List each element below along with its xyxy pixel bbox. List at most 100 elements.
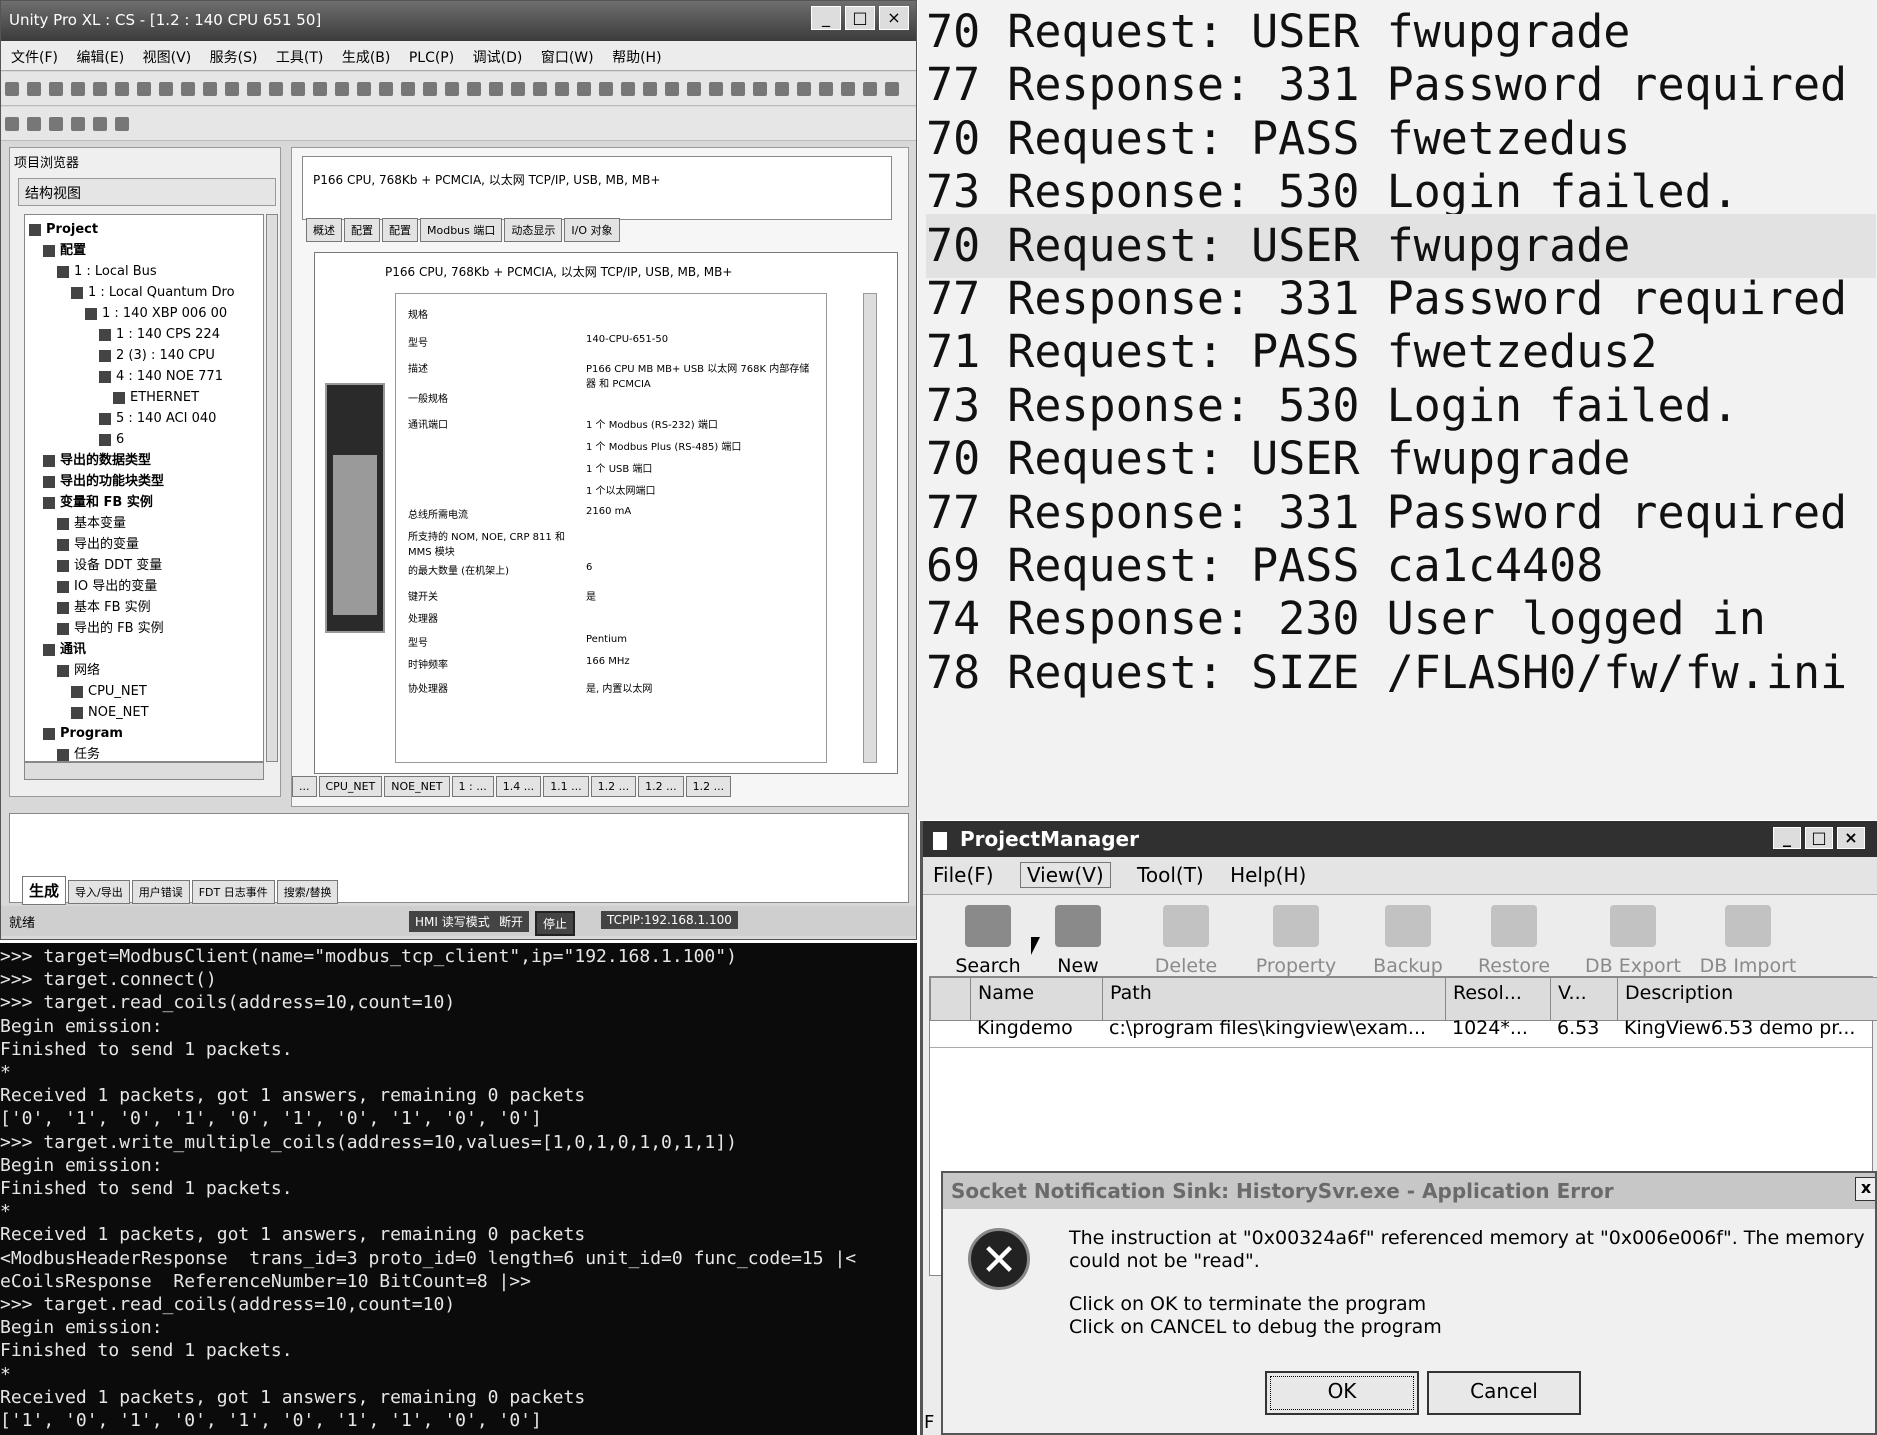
toolbar-button-icon[interactable] xyxy=(401,82,415,96)
tree-item[interactable]: 1 : Local Quantum Dro xyxy=(25,282,263,303)
tree-item[interactable]: 基本 FB 实例 xyxy=(25,597,263,618)
menu-services[interactable]: 服务(S) xyxy=(210,50,258,66)
toolbar-button-icon[interactable] xyxy=(225,82,239,96)
config-tab[interactable]: 概述 xyxy=(306,218,342,242)
tree-item[interactable]: 通讯 xyxy=(25,639,263,660)
ok-button[interactable]: OK xyxy=(1265,1371,1419,1415)
maximize-button[interactable]: □ xyxy=(845,6,875,30)
python-terminal[interactable]: >>> target=ModbusClient(name="modbus_tcp… xyxy=(0,943,917,1435)
toolbar-button-icon[interactable] xyxy=(467,82,481,96)
toolbar-button-icon[interactable] xyxy=(621,82,635,96)
close-button[interactable]: × xyxy=(879,6,909,30)
menu-debug[interactable]: 调试(D) xyxy=(473,50,523,66)
editor-window-tab[interactable]: 1.1 ... xyxy=(543,776,589,797)
toolbar-button-icon[interactable] xyxy=(49,117,63,131)
output-tab[interactable]: 导入/导出 xyxy=(68,880,130,904)
menu-build[interactable]: 生成(B) xyxy=(342,50,391,66)
config-tab[interactable]: I/O 对象 xyxy=(564,218,620,242)
tree-item[interactable]: 网络 xyxy=(25,660,263,681)
structural-view-header[interactable]: 结构视图 xyxy=(18,178,276,206)
toolbar-button-icon[interactable] xyxy=(423,82,437,96)
toolbar-button-icon[interactable] xyxy=(489,82,503,96)
menu-view[interactable]: 视图(V) xyxy=(143,50,192,66)
toolbar-button-icon[interactable] xyxy=(687,82,701,96)
toolbar-button-icon[interactable] xyxy=(819,82,833,96)
menu-tools[interactable]: 工具(T) xyxy=(276,50,323,66)
toolbar-button-icon[interactable] xyxy=(49,82,63,96)
table-row[interactable]: Kingdemo c:\program files\kingview\exam..… xyxy=(930,1013,1872,1048)
toolbar-button-icon[interactable] xyxy=(203,82,217,96)
tree-item[interactable]: Project xyxy=(25,219,263,240)
tree-item[interactable]: 1 : 140 XBP 006 00 xyxy=(25,303,263,324)
editor-window-tab[interactable]: ... xyxy=(292,776,317,797)
menu-help[interactable]: 帮助(H) xyxy=(612,50,661,66)
toolbar-button-icon[interactable] xyxy=(115,82,129,96)
menu-edit[interactable]: 编辑(E) xyxy=(76,50,124,66)
cancel-button[interactable]: Cancel xyxy=(1427,1371,1581,1415)
tree-item[interactable]: 6 xyxy=(25,429,263,450)
toolbar-button-icon[interactable] xyxy=(71,82,85,96)
tree-item[interactable]: NOE_NET xyxy=(25,702,263,723)
toolbar-button-icon[interactable] xyxy=(291,82,305,96)
toolbar-button-icon[interactable] xyxy=(5,82,19,96)
toolbar-button-icon[interactable] xyxy=(643,82,657,96)
editor-window-tab[interactable]: 1.2 ... xyxy=(590,776,637,797)
toolbar-button-icon[interactable] xyxy=(731,82,745,96)
tree-item[interactable]: 2 (3) : 140 CPU xyxy=(25,345,263,366)
config-tab[interactable]: Modbus 端口 xyxy=(420,218,503,242)
tree-item[interactable]: CPU_NET xyxy=(25,681,263,702)
toolbar-button-icon[interactable] xyxy=(71,117,85,131)
toolbar-button-icon[interactable] xyxy=(379,82,393,96)
editor-window-tab[interactable]: 1.4 ... xyxy=(495,776,542,797)
toolbar-button-icon[interactable] xyxy=(665,82,679,96)
toolbar-button-icon[interactable] xyxy=(93,82,107,96)
editor-window-tab[interactable]: 1.2 ... xyxy=(638,776,684,797)
tree-item[interactable]: Program xyxy=(25,723,263,744)
tree-item[interactable]: 5 : 140 ACI 040 xyxy=(25,408,263,429)
menu-file[interactable]: 文件(F) xyxy=(11,50,58,66)
tree-item[interactable]: 任务 xyxy=(25,744,263,761)
tree-vertical-scrollbar[interactable] xyxy=(266,214,278,762)
tree-item[interactable]: 导出的功能块类型 xyxy=(25,471,263,492)
toolbar-button-icon[interactable] xyxy=(885,82,899,96)
toolbar-button-icon[interactable] xyxy=(797,82,811,96)
toolbar-button-icon[interactable] xyxy=(775,82,789,96)
menu-window[interactable]: 窗口(W) xyxy=(541,50,594,66)
config-tab[interactable]: 配置 xyxy=(382,218,418,242)
toolbar-button-icon[interactable] xyxy=(159,82,173,96)
toolbar-button-icon[interactable] xyxy=(335,82,349,96)
tree-item[interactable]: 导出的变量 xyxy=(25,534,263,555)
tree-item[interactable]: 导出的数据类型 xyxy=(25,450,263,471)
tree-item[interactable]: 导出的 FB 实例 xyxy=(25,618,263,639)
tree-item[interactable]: ETHERNET xyxy=(25,387,263,408)
toolbar-button-icon[interactable] xyxy=(27,82,41,96)
toolbar-button-icon[interactable] xyxy=(115,117,129,131)
toolbar-button-icon[interactable] xyxy=(863,82,877,96)
toolbar-button-icon[interactable] xyxy=(753,82,767,96)
tree-item[interactable]: 1 : Local Bus xyxy=(25,261,263,282)
output-tab[interactable]: 搜索/替换 xyxy=(276,880,339,904)
toolbar-button-icon[interactable] xyxy=(555,82,569,96)
toolbar-button-icon[interactable] xyxy=(577,82,591,96)
menu-plc[interactable]: PLC(P) xyxy=(409,50,454,66)
editor-window-tab[interactable]: CPU_NET xyxy=(318,776,383,797)
toolbar-button-icon[interactable] xyxy=(313,82,327,96)
toolbar-button-icon[interactable] xyxy=(533,82,547,96)
tree-item[interactable]: 设备 DDT 变量 xyxy=(25,555,263,576)
properties-scrollbar[interactable] xyxy=(863,293,877,763)
tree-item[interactable]: IO 导出的变量 xyxy=(25,576,263,597)
toolbar-button-icon[interactable] xyxy=(269,82,283,96)
tree-horizontal-scrollbar[interactable] xyxy=(24,762,264,780)
output-tab[interactable]: 生成 xyxy=(22,876,67,905)
editor-window-tab[interactable]: NOE_NET xyxy=(384,776,450,797)
tree-item[interactable]: 基本变量 xyxy=(25,513,263,534)
editor-window-tab[interactable]: 1 : ... xyxy=(451,776,494,797)
toolbar-button-icon[interactable] xyxy=(247,82,261,96)
toolbar-button-icon[interactable] xyxy=(93,117,107,131)
minimize-button[interactable]: _ xyxy=(811,6,841,30)
output-tab[interactable]: 用户错误 xyxy=(131,880,190,904)
config-tab[interactable]: 动态显示 xyxy=(504,218,563,242)
config-tab[interactable]: 配置 xyxy=(344,218,380,242)
tree-item[interactable]: 变量和 FB 实例 xyxy=(25,492,263,513)
editor-window-tab[interactable]: 1.2 ... xyxy=(685,776,732,797)
